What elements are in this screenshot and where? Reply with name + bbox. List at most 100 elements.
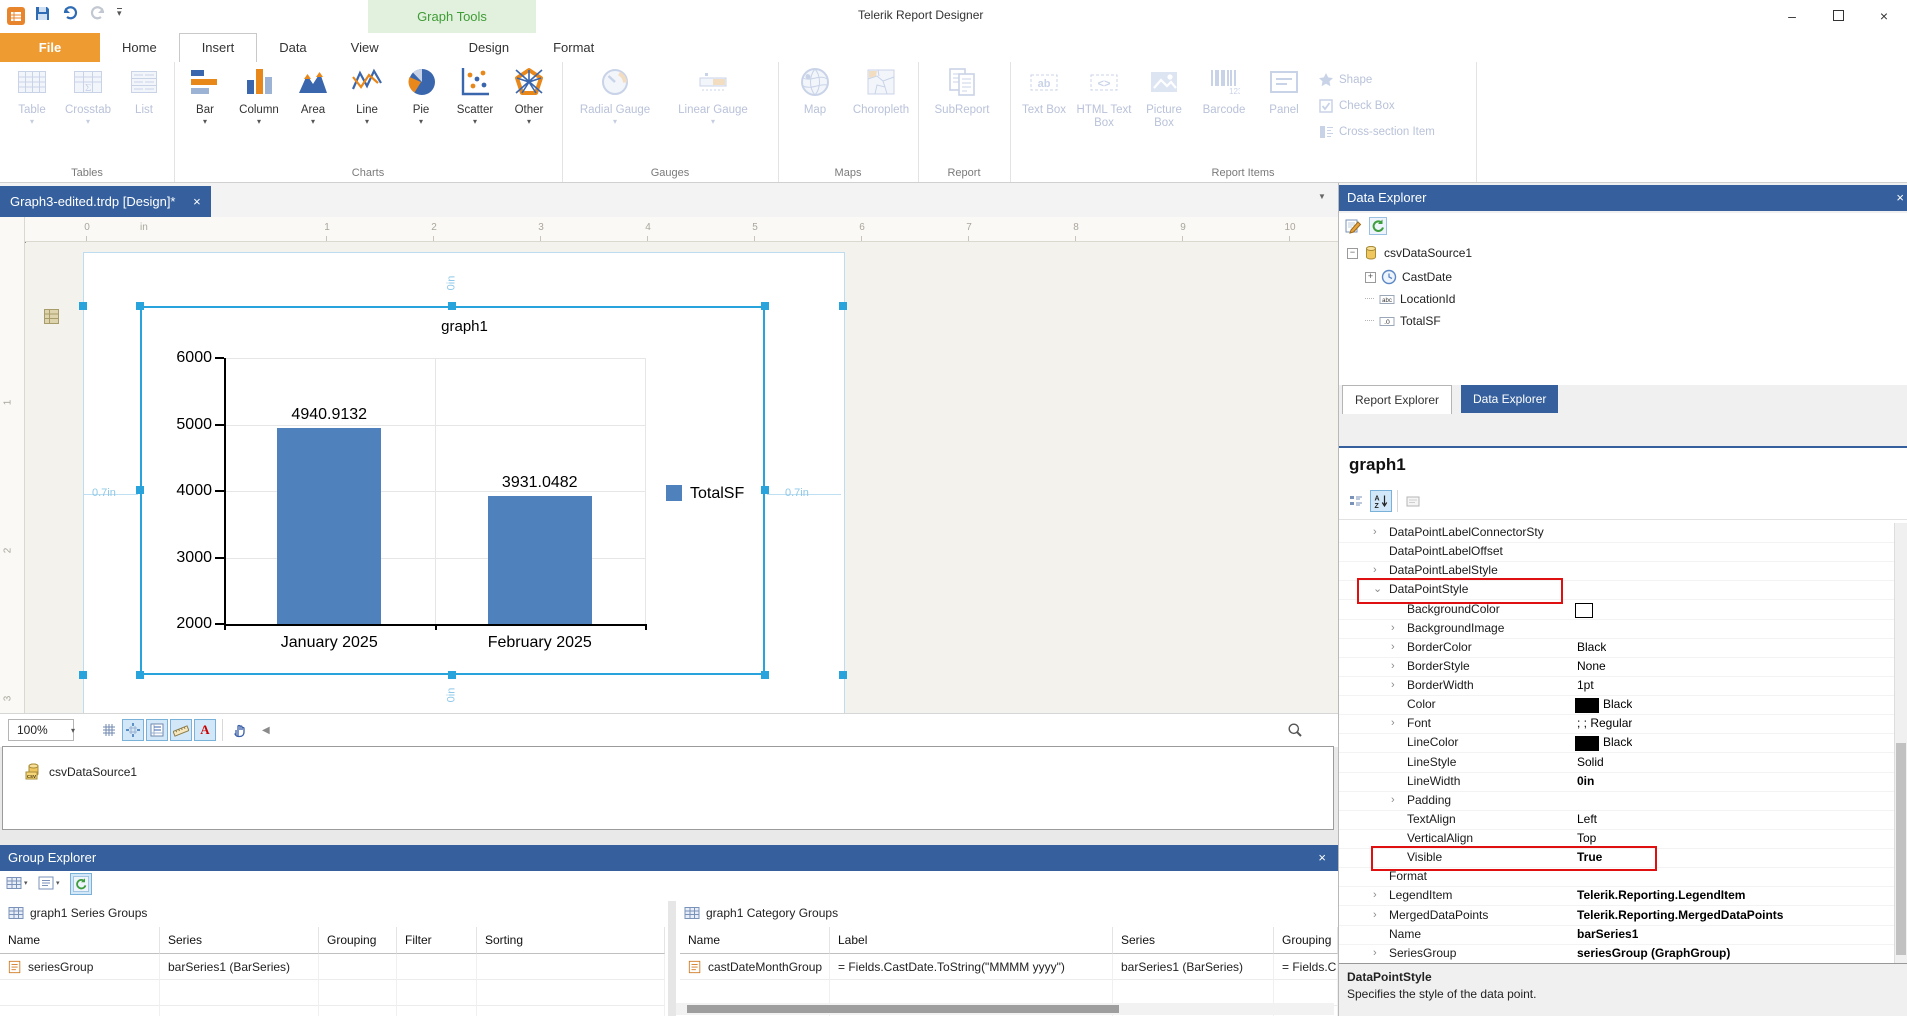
series-groups-cell[interactable]: [477, 1006, 665, 1016]
document-tab[interactable]: Graph3-edited.trdp [Design]* ×: [0, 186, 211, 217]
tree-node-totalsf[interactable]: .0 TotalSF: [1365, 313, 1441, 329]
zoom-dropdown-icon[interactable]: ▾: [66, 719, 80, 741]
property-row-linecolor[interactable]: LineColor Black: [1339, 733, 1894, 754]
show-rulers-button[interactable]: [170, 719, 192, 741]
property-row-borderwidth[interactable]: › BorderWidth 1pt: [1339, 676, 1894, 697]
selection-handle[interactable]: [79, 671, 87, 679]
ribbon-button-panel[interactable]: Panel: [1256, 66, 1312, 117]
property-row-backgroundcolor[interactable]: BackgroundColor: [1339, 600, 1894, 620]
group-explorer-close-icon[interactable]: ×: [1318, 845, 1326, 871]
selection-handle[interactable]: [839, 302, 847, 310]
scroll-left-icon[interactable]: ◀: [262, 725, 270, 736]
ribbon-button-picture-box[interactable]: Picture Box: [1136, 66, 1192, 130]
tree-node-castdate[interactable]: + CastDate: [1365, 269, 1452, 285]
property-row-padding[interactable]: › Padding: [1339, 791, 1894, 811]
property-value[interactable]: 0in: [1577, 772, 1594, 791]
series-groups-cell[interactable]: seriesGroup: [0, 954, 160, 980]
panel-tab-report-explorer[interactable]: Report Explorer: [1342, 385, 1453, 414]
property-row-visible[interactable]: Visible True: [1339, 848, 1894, 869]
expand-icon[interactable]: +: [1365, 271, 1376, 283]
zoom-level-box[interactable]: 100%: [8, 719, 74, 741]
property-row-seriesgroup[interactable]: › SeriesGroup seriesGroup (GraphGroup): [1339, 944, 1894, 963]
selection-handle[interactable]: [136, 302, 144, 310]
ribbon-tab-file[interactable]: File: [0, 33, 100, 62]
property-value[interactable]: Black: [1603, 695, 1632, 714]
selection-handle[interactable]: [448, 671, 456, 679]
ribbon-button-check-box[interactable]: Check Box: [1318, 98, 1395, 114]
ribbon-button-crosstab[interactable]: Σ Crosstab ▾: [62, 66, 114, 126]
collapse-icon[interactable]: −: [1347, 247, 1358, 259]
selection-handle[interactable]: [839, 671, 847, 679]
ribbon-button-subreport[interactable]: SubReport: [924, 66, 1000, 117]
property-expander-icon[interactable]: ›: [1391, 657, 1395, 676]
property-expander-icon[interactable]: ›: [1391, 714, 1395, 733]
property-row-backgroundimage[interactable]: › BackgroundImage: [1339, 619, 1894, 639]
property-row-font[interactable]: › Font ; ; Regular: [1339, 714, 1894, 735]
refresh-groups-button[interactable]: [70, 873, 92, 895]
property-row-name[interactable]: Name barSeries1: [1339, 925, 1894, 945]
series-groups-cell[interactable]: [477, 954, 665, 980]
category-groups-cell[interactable]: castDateMonthGroup: [680, 954, 830, 980]
selection-handle[interactable]: [79, 302, 87, 310]
property-row-linewidth[interactable]: LineWidth 0in: [1339, 772, 1894, 792]
property-value[interactable]: ; ; Regular: [1577, 714, 1632, 733]
ribbon-button-area[interactable]: Area ▾: [288, 66, 338, 126]
property-expander-icon[interactable]: ›: [1391, 638, 1395, 657]
category-groups-cell[interactable]: barSeries1 (BarSeries): [1113, 954, 1274, 980]
property-row-mergeddatapoints[interactable]: › MergedDataPoints Telerik.Reporting.Merge…: [1339, 906, 1894, 926]
property-value[interactable]: Telerik.Reporting.LegendItem: [1577, 886, 1745, 905]
restore-button[interactable]: [1815, 0, 1861, 33]
selection-handle[interactable]: [136, 671, 144, 679]
series-groups-cell[interactable]: [477, 980, 665, 1006]
redo-icon[interactable]: [89, 4, 107, 22]
ribbon-tab-insert[interactable]: Insert: [178, 33, 258, 63]
property-value[interactable]: True: [1577, 848, 1602, 867]
ribbon-button-linear-gauge[interactable]: Linear Gauge ▾: [666, 66, 760, 126]
property-value[interactable]: Top: [1577, 829, 1596, 848]
property-expander-icon[interactable]: ›: [1391, 676, 1395, 695]
series-groups-cell[interactable]: [397, 954, 477, 980]
property-expander-icon[interactable]: ›: [1373, 561, 1377, 580]
ribbon-button-cross-section-item[interactable]: Cross-section Item: [1318, 124, 1435, 140]
ribbon-tab-view[interactable]: View: [329, 33, 401, 62]
series-groups-cell[interactable]: [397, 980, 477, 1006]
ribbon-button-line[interactable]: Line ▾: [342, 66, 392, 126]
selection-handle[interactable]: [761, 302, 769, 310]
series-groups-cell[interactable]: [160, 1006, 319, 1016]
property-expander-icon[interactable]: ›: [1391, 791, 1395, 810]
property-row-datapointlabelconnectorsty[interactable]: › DataPointLabelConnectorSty: [1339, 523, 1894, 543]
datasource-component[interactable]: csv csvDataSource1: [25, 763, 137, 780]
pan-button[interactable]: [228, 719, 250, 741]
property-value[interactable]: Left: [1577, 810, 1597, 829]
ribbon-tab-home[interactable]: Home: [100, 33, 179, 62]
graph-item-selected[interactable]: graph1 2000 3000 4000 5000 6000 4940.9132 Janua…: [140, 306, 765, 675]
ribbon-button-bar[interactable]: Bar ▾: [180, 66, 230, 126]
ribbon-button-list[interactable]: List: [118, 66, 170, 117]
property-row-textalign[interactable]: TextAlign Left: [1339, 810, 1894, 830]
series-groups-cell[interactable]: barSeries1 (BarSeries): [160, 954, 319, 980]
edit-datasource-icon[interactable]: [1344, 217, 1362, 235]
ribbon-button-column[interactable]: Column ▾: [234, 66, 284, 126]
customize-quick-access-icon[interactable]: ▾: [117, 8, 122, 18]
property-value[interactable]: Solid: [1577, 753, 1604, 772]
property-row-verticalalign[interactable]: VerticalAlign Top: [1339, 829, 1894, 850]
property-row-legenditem[interactable]: › LegendItem Telerik.Reporting.LegendItem: [1339, 886, 1894, 907]
ribbon-button-table[interactable]: Table ▾: [6, 66, 58, 126]
property-row-bordercolor[interactable]: › BorderColor Black: [1339, 638, 1894, 658]
ribbon-button-radial-gauge[interactable]: Radial Gauge ▾: [568, 66, 662, 126]
ribbon-button-barcode[interactable]: 123 Barcode: [1196, 66, 1252, 117]
ribbon-button-choropleth[interactable]: Choropleth: [850, 66, 912, 117]
group-explorer-splitter[interactable]: [668, 901, 676, 1016]
selection-handle[interactable]: [448, 302, 456, 310]
property-row-datapointlabelstyle[interactable]: › DataPointLabelStyle: [1339, 561, 1894, 582]
show-text-markers-button[interactable]: A: [194, 719, 216, 741]
property-expander-icon[interactable]: ›: [1373, 886, 1377, 905]
property-value[interactable]: None: [1577, 657, 1606, 676]
property-row-datapointstyle[interactable]: ⌄ DataPointStyle: [1339, 580, 1894, 601]
design-surface[interactable]: 0 1 2 3 4 5 6 7 8 9 10 in 1 2 3 graph1 2000 3000 4000 500…: [0, 217, 1338, 713]
tree-node-locationid[interactable]: abc LocationId: [1365, 291, 1455, 307]
alphabetical-sort-button[interactable]: AZ: [1370, 490, 1392, 512]
property-row-linestyle[interactable]: LineStyle Solid: [1339, 753, 1894, 773]
ribbon-button-html-text-box[interactable]: <> HTML Text Box: [1076, 66, 1132, 130]
property-value[interactable]: Black: [1603, 733, 1632, 752]
